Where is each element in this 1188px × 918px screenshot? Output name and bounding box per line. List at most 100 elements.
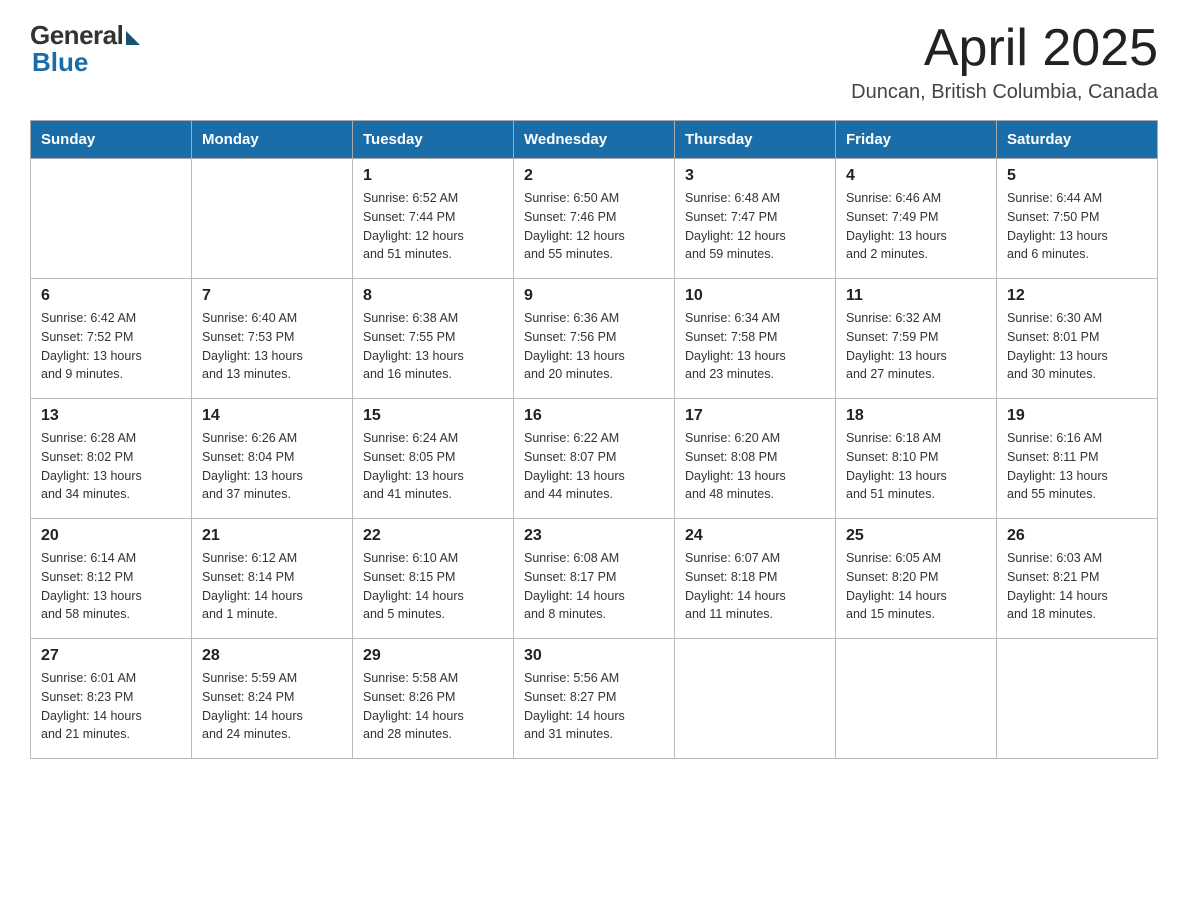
- day-number: 8: [363, 287, 503, 305]
- day-info: Sunrise: 6:22 AMSunset: 8:07 PMDaylight:…: [524, 429, 664, 504]
- calendar-week-4: 20 Sunrise: 6:14 AMSunset: 8:12 PMDayligh…: [31, 519, 1158, 639]
- day-number: 24: [685, 527, 825, 545]
- day-number: 30: [524, 647, 664, 665]
- calendar-cell: 28Sunrise: 5:59 AMSunset: 8:24 PMDayligh…: [192, 639, 353, 759]
- page-header: General Blue April 2025 Duncan, British …: [30, 20, 1158, 104]
- calendar-cell: 1 Sunrise: 6:52 AMSunset: 7:44 PMDaylight…: [353, 159, 514, 279]
- calendar-cell: 13 Sunrise: 6:28 AMSunset: 8:02 PMDayligh…: [31, 399, 192, 519]
- day-info: Sunrise: 6:40 AMSunset: 7:53 PMDaylight:…: [202, 309, 342, 384]
- calendar-cell: 2 Sunrise: 6:50 AMSunset: 7:46 PMDaylight…: [514, 159, 675, 279]
- day-info: Sunrise: 5:56 AMSunset: 8:27 PMDaylight:…: [524, 669, 664, 744]
- day-info: Sunrise: 6:36 AMSunset: 7:56 PMDaylight:…: [524, 309, 664, 384]
- calendar-cell: [192, 159, 353, 279]
- calendar-cell: 7 Sunrise: 6:40 AMSunset: 7:53 PMDaylight…: [192, 279, 353, 399]
- calendar-table: SundayMondayTuesdayWednesdayThursdayFrid…: [30, 120, 1158, 759]
- day-info: Sunrise: 6:50 AMSunset: 7:46 PMDaylight:…: [524, 189, 664, 264]
- calendar-cell: 23 Sunrise: 6:08 AMSunset: 8:17 PMDayligh…: [514, 519, 675, 639]
- calendar-cell: 20 Sunrise: 6:14 AMSunset: 8:12 PMDayligh…: [31, 519, 192, 639]
- calendar-cell: 10Sunrise: 6:34 AMSunset: 7:58 PMDayligh…: [675, 279, 836, 399]
- calendar-cell: [997, 639, 1158, 759]
- day-number: 1: [363, 167, 503, 185]
- calendar-body: 1 Sunrise: 6:52 AMSunset: 7:44 PMDaylight…: [31, 159, 1158, 759]
- calendar-cell: 30 Sunrise: 5:56 AMSunset: 8:27 PMDayligh…: [514, 639, 675, 759]
- day-number: 13: [41, 407, 181, 425]
- weekday-header-tuesday: Tuesday: [353, 121, 514, 159]
- day-number: 4: [846, 167, 986, 185]
- weekday-header-saturday: Saturday: [997, 121, 1158, 159]
- calendar-cell: 12 Sunrise: 6:30 AMSunset: 8:01 PMDayligh…: [997, 279, 1158, 399]
- day-number: 10: [685, 287, 825, 305]
- weekday-header-monday: Monday: [192, 121, 353, 159]
- weekday-header-wednesday: Wednesday: [514, 121, 675, 159]
- calendar-cell: [836, 639, 997, 759]
- day-info: Sunrise: 6:20 AMSunset: 8:08 PMDaylight:…: [685, 429, 825, 504]
- day-number: 9: [524, 287, 664, 305]
- day-number: 14: [202, 407, 342, 425]
- calendar-cell: 11Sunrise: 6:32 AMSunset: 7:59 PMDayligh…: [836, 279, 997, 399]
- day-number: 19: [1007, 407, 1147, 425]
- calendar-cell: 27Sunrise: 6:01 AMSunset: 8:23 PMDayligh…: [31, 639, 192, 759]
- calendar-header: SundayMondayTuesdayWednesdayThursdayFrid…: [31, 121, 1158, 159]
- calendar-cell: 15Sunrise: 6:24 AMSunset: 8:05 PMDayligh…: [353, 399, 514, 519]
- calendar-cell: 17 Sunrise: 6:20 AMSunset: 8:08 PMDayligh…: [675, 399, 836, 519]
- calendar-week-3: 13 Sunrise: 6:28 AMSunset: 8:02 PMDayligh…: [31, 399, 1158, 519]
- weekday-header-thursday: Thursday: [675, 121, 836, 159]
- calendar-week-1: 1 Sunrise: 6:52 AMSunset: 7:44 PMDaylight…: [31, 159, 1158, 279]
- day-number: 29: [363, 647, 503, 665]
- day-number: 22: [363, 527, 503, 545]
- day-info: Sunrise: 6:18 AMSunset: 8:10 PMDaylight:…: [846, 429, 986, 504]
- day-number: 28: [202, 647, 342, 665]
- day-number: 25: [846, 527, 986, 545]
- calendar-cell: 29 Sunrise: 5:58 AMSunset: 8:26 PMDayligh…: [353, 639, 514, 759]
- day-number: 5: [1007, 167, 1147, 185]
- weekday-header-friday: Friday: [836, 121, 997, 159]
- calendar-cell: 24 Sunrise: 6:07 AMSunset: 8:18 PMDayligh…: [675, 519, 836, 639]
- page-title: April 2025: [851, 20, 1158, 77]
- day-info: Sunrise: 6:01 AMSunset: 8:23 PMDaylight:…: [41, 669, 181, 744]
- calendar-cell: 6Sunrise: 6:42 AMSunset: 7:52 PMDaylight…: [31, 279, 192, 399]
- day-info: Sunrise: 6:28 AMSunset: 8:02 PMDaylight:…: [41, 429, 181, 504]
- day-info: Sunrise: 6:14 AMSunset: 8:12 PMDaylight:…: [41, 549, 181, 624]
- calendar-cell: 4Sunrise: 6:46 AMSunset: 7:49 PMDaylight…: [836, 159, 997, 279]
- day-number: 20: [41, 527, 181, 545]
- calendar-cell: 26 Sunrise: 6:03 AMSunset: 8:21 PMDayligh…: [997, 519, 1158, 639]
- day-info: Sunrise: 5:58 AMSunset: 8:26 PMDaylight:…: [363, 669, 503, 744]
- day-info: Sunrise: 6:48 AMSunset: 7:47 PMDaylight:…: [685, 189, 825, 264]
- day-info: Sunrise: 6:10 AMSunset: 8:15 PMDaylight:…: [363, 549, 503, 624]
- day-number: 18: [846, 407, 986, 425]
- calendar-cell: 9 Sunrise: 6:36 AMSunset: 7:56 PMDaylight…: [514, 279, 675, 399]
- day-info: Sunrise: 6:30 AMSunset: 8:01 PMDaylight:…: [1007, 309, 1147, 384]
- day-number: 17: [685, 407, 825, 425]
- day-info: Sunrise: 6:16 AMSunset: 8:11 PMDaylight:…: [1007, 429, 1147, 504]
- calendar-cell: 19 Sunrise: 6:16 AMSunset: 8:11 PMDayligh…: [997, 399, 1158, 519]
- calendar-cell: 5Sunrise: 6:44 AMSunset: 7:50 PMDaylight…: [997, 159, 1158, 279]
- day-info: Sunrise: 6:38 AMSunset: 7:55 PMDaylight:…: [363, 309, 503, 384]
- day-number: 7: [202, 287, 342, 305]
- day-number: 3: [685, 167, 825, 185]
- day-number: 12: [1007, 287, 1147, 305]
- calendar-cell: [675, 639, 836, 759]
- calendar-cell: 22 Sunrise: 6:10 AMSunset: 8:15 PMDayligh…: [353, 519, 514, 639]
- logo: General Blue: [30, 20, 140, 78]
- day-info: Sunrise: 6:08 AMSunset: 8:17 PMDaylight:…: [524, 549, 664, 624]
- weekday-header-row: SundayMondayTuesdayWednesdayThursdayFrid…: [31, 121, 1158, 159]
- day-info: Sunrise: 6:03 AMSunset: 8:21 PMDaylight:…: [1007, 549, 1147, 624]
- day-number: 16: [524, 407, 664, 425]
- title-section: April 2025 Duncan, British Columbia, Can…: [851, 20, 1158, 104]
- day-number: 6: [41, 287, 181, 305]
- day-number: 23: [524, 527, 664, 545]
- calendar-week-2: 6Sunrise: 6:42 AMSunset: 7:52 PMDaylight…: [31, 279, 1158, 399]
- logo-blue-text: Blue: [32, 47, 88, 78]
- page-subtitle: Duncan, British Columbia, Canada: [851, 81, 1158, 104]
- day-info: Sunrise: 6:24 AMSunset: 8:05 PMDaylight:…: [363, 429, 503, 504]
- day-number: 2: [524, 167, 664, 185]
- calendar-cell: [31, 159, 192, 279]
- day-info: Sunrise: 6:05 AMSunset: 8:20 PMDaylight:…: [846, 549, 986, 624]
- calendar-cell: 3 Sunrise: 6:48 AMSunset: 7:47 PMDaylight…: [675, 159, 836, 279]
- day-info: Sunrise: 6:32 AMSunset: 7:59 PMDaylight:…: [846, 309, 986, 384]
- day-info: Sunrise: 6:07 AMSunset: 8:18 PMDaylight:…: [685, 549, 825, 624]
- day-info: Sunrise: 6:52 AMSunset: 7:44 PMDaylight:…: [363, 189, 503, 264]
- day-number: 26: [1007, 527, 1147, 545]
- calendar-cell: 18 Sunrise: 6:18 AMSunset: 8:10 PMDayligh…: [836, 399, 997, 519]
- logo-arrow-icon: [126, 31, 140, 45]
